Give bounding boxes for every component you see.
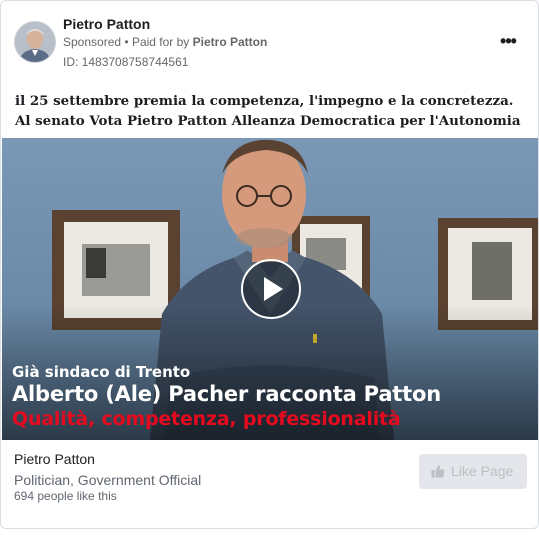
video-player[interactable]: Già sindaco di Trento Alberto (Ale) Pach…	[2, 138, 538, 440]
post-text-line-2: Al senato Vota Pietro Patton Alleanza De…	[15, 113, 521, 129]
more-options-button[interactable]: •••	[497, 31, 519, 51]
ad-id: ID: 1483708758744561	[63, 55, 189, 69]
sponsored-line: Sponsored • Paid for by Pietro Patton	[63, 35, 267, 49]
paid-for-name: Pietro Patton	[192, 35, 268, 49]
play-icon	[264, 277, 283, 301]
footer-likes-count: 694 people like this	[14, 489, 117, 503]
footer-page-name[interactable]: Pietro Patton	[14, 451, 95, 467]
paid-for-label: Paid for by	[131, 35, 190, 49]
footer-category: Politician, Government Official	[14, 472, 202, 488]
like-page-label: Like Page	[451, 463, 514, 479]
post-text-line-1: il 25 settembre premia la competenza, l'…	[15, 93, 514, 109]
avatar[interactable]	[14, 21, 56, 63]
page-name-link[interactable]: Pietro Patton	[63, 16, 150, 32]
video-caption-main: Alberto (Ale) Pacher racconta Patton	[12, 382, 441, 406]
sponsored-label: Sponsored	[63, 35, 122, 49]
avatar-image	[15, 22, 55, 62]
thumbs-up-icon	[431, 465, 445, 478]
separator-dot: •	[124, 35, 129, 49]
video-caption-top: Già sindaco di Trento	[12, 363, 191, 381]
like-page-button[interactable]: Like Page	[419, 454, 527, 489]
play-button[interactable]	[241, 259, 301, 319]
page-footer: Pietro Patton Politician, Government Off…	[2, 441, 538, 528]
ad-card: Pietro Patton Sponsored • Paid for by Pi…	[0, 0, 539, 529]
video-caption-sub: Qualità, competenza, professionalità	[12, 408, 401, 430]
post-text: il 25 settembre premia la competenza, l'…	[15, 91, 525, 131]
